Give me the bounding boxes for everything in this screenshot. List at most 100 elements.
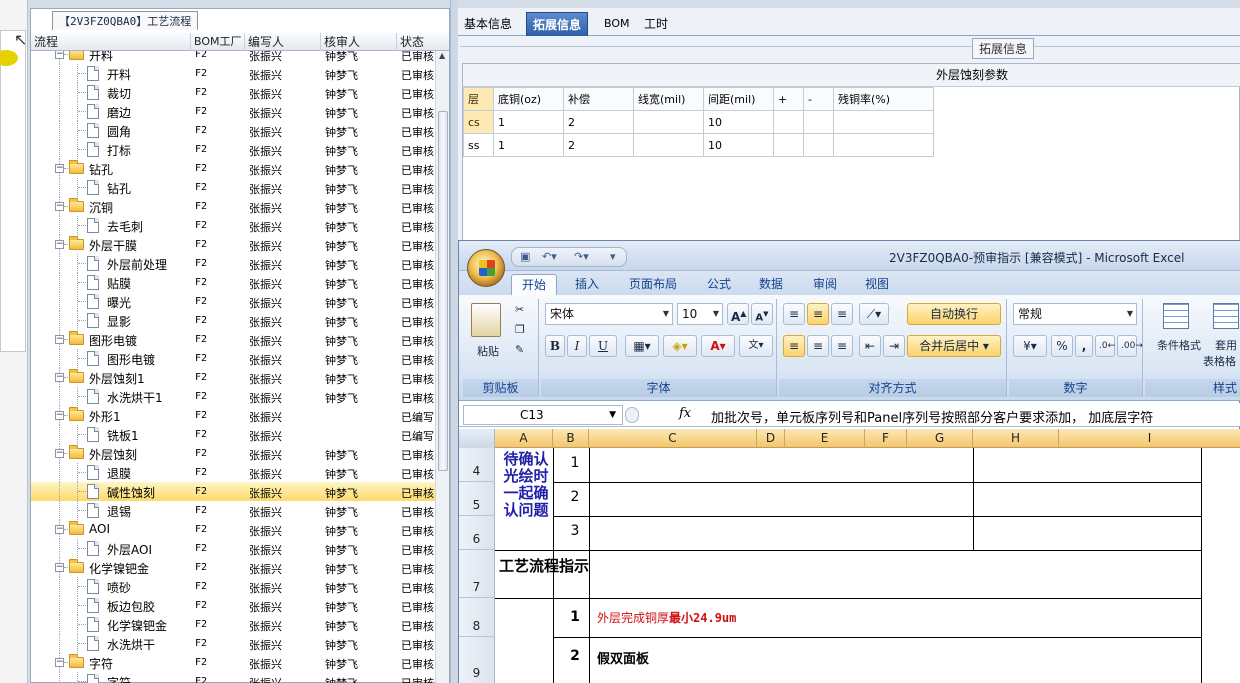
wrap-text-button[interactable]: 自动换行	[907, 303, 1001, 325]
grid-cell[interactable]	[833, 110, 934, 134]
col-header-writer[interactable]: 编写人	[245, 33, 321, 51]
tree-row[interactable]: 裁切 F2 张振兴 钟梦飞 已审核	[31, 83, 435, 102]
grid-cell[interactable]: cs	[463, 110, 494, 134]
tab-extended-info[interactable]: 拓展信息	[526, 12, 589, 36]
tree-row[interactable]: − 钻孔 F2 张振兴 钟梦飞 已审核	[31, 159, 435, 178]
grid-header-base-copper[interactable]: 底铜(oz)	[493, 87, 564, 111]
paste-button[interactable]: 粘贴	[473, 343, 503, 359]
copy-icon[interactable]: ❐	[515, 323, 525, 336]
column-header[interactable]: C	[589, 429, 757, 448]
insert-function-icon[interactable]: fx	[679, 406, 691, 421]
col-header-status[interactable]: 状态	[397, 33, 449, 51]
column-header[interactable]: F	[865, 429, 907, 448]
grow-font-icon[interactable]: A▲	[727, 303, 749, 325]
grid-cell[interactable]: 2	[563, 110, 634, 134]
shrink-font-icon[interactable]: A▼	[751, 303, 773, 325]
grid-cell[interactable]	[833, 133, 934, 157]
grid-cell[interactable]: 1	[493, 110, 564, 134]
tree-row[interactable]: 退膜 F2 张振兴 钟梦飞 已审核	[31, 463, 435, 482]
row-index-3[interactable]: 3	[557, 523, 593, 539]
grid-header-plus[interactable]: +	[773, 87, 804, 111]
row-header[interactable]: 5	[459, 482, 495, 516]
tree-row[interactable]: − 图形电镀 F2 张振兴 钟梦飞 已审核	[31, 330, 435, 349]
tree-row[interactable]: 碱性蚀刻 F2 张振兴 钟梦飞 已审核	[31, 482, 435, 501]
scroll-up-icon[interactable]: ▲	[439, 51, 445, 60]
item-number-2[interactable]: 2	[557, 648, 593, 664]
table-row[interactable]: cs 1 2 10	[463, 110, 934, 134]
tab-page-layout[interactable]: 页面布局	[619, 274, 687, 295]
panel-splitter[interactable]	[450, 0, 458, 683]
grid-header-minus[interactable]: -	[803, 87, 834, 111]
font-color-icon[interactable]: A▾	[701, 335, 735, 357]
fill-color-icon[interactable]: ◈▾	[663, 335, 697, 357]
conditional-format-button[interactable]: 条件格式	[1149, 337, 1209, 353]
tree-row[interactable]: − 沉铜 F2 张振兴 钟梦飞 已审核	[31, 197, 435, 216]
phonetic-icon[interactable]: 文▾	[739, 335, 773, 357]
item-number-1[interactable]: 1	[557, 609, 593, 625]
office-button[interactable]	[467, 249, 505, 287]
bold-button[interactable]: B	[545, 335, 565, 357]
orientation-icon[interactable]: ⟋▾	[859, 303, 889, 325]
tab-bom[interactable]: BOM	[598, 12, 636, 36]
formula-bar-handle[interactable]	[625, 407, 639, 423]
align-middle-icon[interactable]: ≡	[807, 303, 829, 325]
tree-row[interactable]: 铣板1 F2 张振兴 已编写	[31, 425, 435, 444]
tree-row[interactable]: − 外层蚀刻1 F2 张振兴 钟梦飞 已审核	[31, 368, 435, 387]
tree-scrollbar[interactable]: ▲	[435, 51, 449, 683]
grid-cell[interactable]: 10	[703, 133, 774, 157]
grid-cell[interactable]: 2	[563, 133, 634, 157]
tree-row[interactable]: 水洗烘干 F2 张振兴 钟梦飞 已审核	[31, 634, 435, 653]
tree-row[interactable]: 喷砂 F2 张振兴 钟梦飞 已审核	[31, 577, 435, 596]
font-size-select[interactable]: 10 ▼	[677, 303, 723, 325]
collapse-icon[interactable]: −	[55, 202, 64, 211]
cut-icon[interactable]: ✂	[515, 303, 524, 316]
table-format-button-bottom[interactable]: 表格格	[1203, 353, 1240, 369]
align-top-icon[interactable]: ≡	[783, 303, 805, 325]
font-name-select[interactable]: 宋体 ▼	[545, 303, 673, 325]
align-bottom-icon[interactable]: ≡	[831, 303, 853, 325]
tab-review[interactable]: 审阅	[803, 274, 847, 295]
column-header[interactable]: B	[553, 429, 589, 448]
paste-icon[interactable]	[471, 303, 501, 337]
name-box[interactable]: C13 ▼	[463, 405, 623, 425]
borders-icon[interactable]: ▦▾	[625, 335, 659, 357]
select-all-corner[interactable]	[459, 429, 495, 448]
collapse-icon[interactable]: −	[55, 51, 64, 59]
row-header[interactable]: 8	[459, 598, 495, 637]
increase-indent-icon[interactable]: ⇥	[883, 335, 905, 357]
grid-header-layer[interactable]: 层	[463, 87, 494, 111]
tree-row[interactable]: 板边包胶 F2 张振兴 钟梦飞 已审核	[31, 596, 435, 615]
collapse-icon[interactable]: −	[55, 449, 64, 458]
customize-qat-icon[interactable]: ▾	[610, 250, 616, 263]
tree-row[interactable]: 外层前处理 F2 张振兴 钟梦飞 已审核	[31, 254, 435, 273]
col-header-process[interactable]: 流程	[31, 33, 191, 51]
grid-header-line-width[interactable]: 线宽(mil)	[633, 87, 704, 111]
note-pending-confirm[interactable]: 待确认光绘时一起确认问题	[497, 451, 555, 519]
align-left-icon[interactable]: ≡	[783, 335, 805, 357]
tree-row[interactable]: 钻孔 F2 张振兴 钟梦飞 已审核	[31, 178, 435, 197]
tree-row[interactable]: 外层AOI F2 张振兴 钟梦飞 已审核	[31, 539, 435, 558]
row-index-2[interactable]: 2	[557, 489, 593, 505]
tab-formulas[interactable]: 公式	[697, 274, 741, 295]
collapse-icon[interactable]: −	[55, 411, 64, 420]
table-format-icon[interactable]	[1213, 303, 1239, 329]
table-row[interactable]: ss 1 2 10	[463, 133, 934, 157]
column-header[interactable]: G	[907, 429, 973, 448]
item-1-text[interactable]: 外层完成铜厚最小24.9um	[597, 609, 736, 626]
row-index-1[interactable]: 1	[557, 455, 593, 471]
tree-row[interactable]: 磨边 F2 张振兴 钟梦飞 已审核	[31, 102, 435, 121]
grid-cell[interactable]	[803, 110, 834, 134]
comma-button[interactable]: ,	[1075, 335, 1093, 357]
align-right-icon[interactable]: ≡	[831, 335, 853, 357]
increase-decimal-icon[interactable]: .0←	[1095, 335, 1115, 357]
collapse-icon[interactable]: −	[55, 373, 64, 382]
save-icon[interactable]: ▣	[520, 250, 530, 263]
grid-cell[interactable]	[803, 133, 834, 157]
row-header[interactable]: 4	[459, 448, 495, 482]
tree-scroll-thumb[interactable]	[438, 111, 448, 471]
collapse-icon[interactable]: −	[55, 335, 64, 344]
conditional-format-icon[interactable]	[1163, 303, 1189, 329]
grid-cell[interactable]	[773, 110, 804, 134]
grid-cell[interactable]	[633, 133, 704, 157]
grid-header-compensation[interactable]: 补偿	[563, 87, 634, 111]
